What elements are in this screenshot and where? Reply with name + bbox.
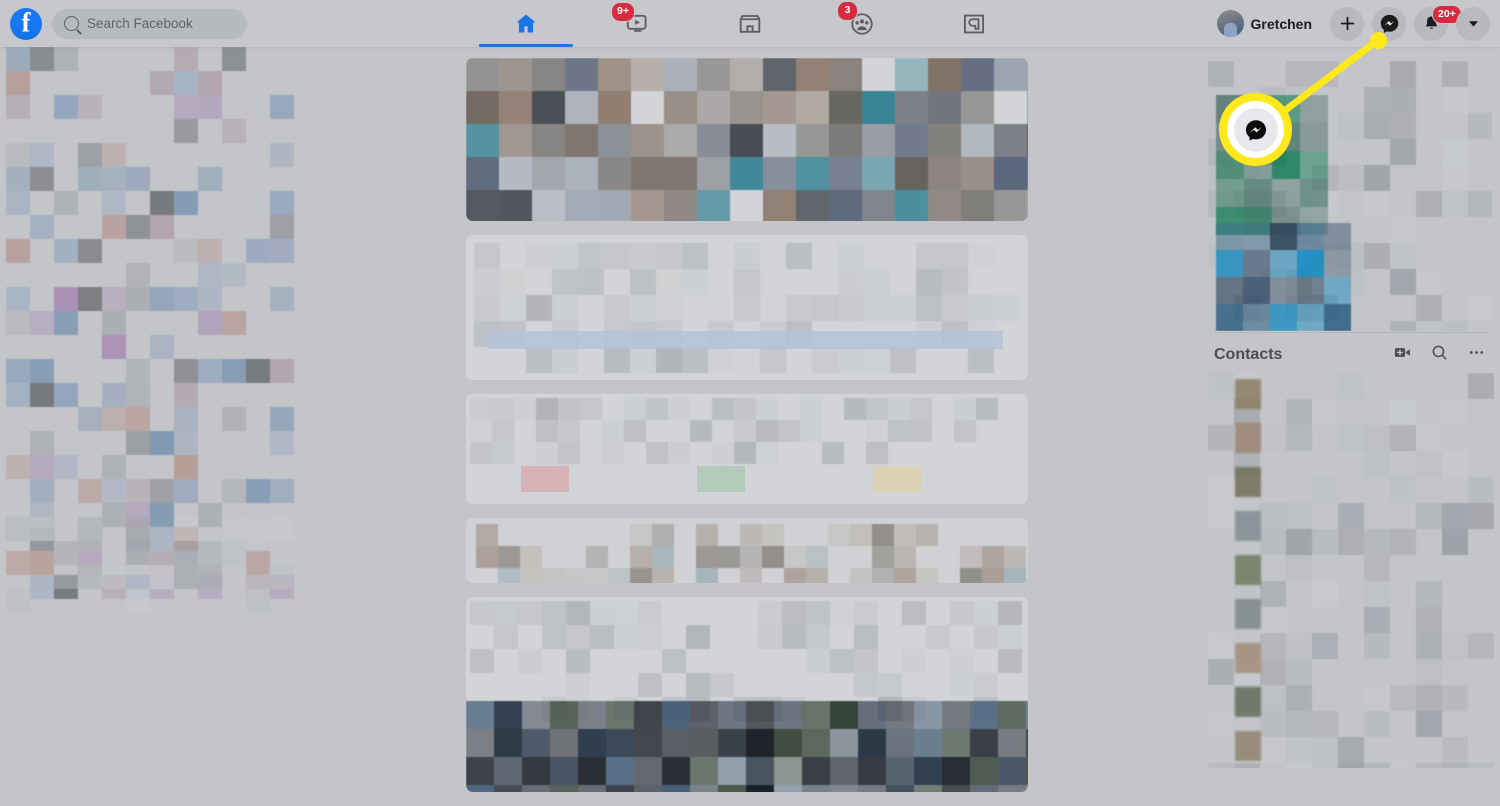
reaction-chip [873, 466, 921, 492]
gaming-icon [963, 14, 985, 33]
contact-avatar [1235, 555, 1261, 585]
search-icon [1432, 345, 1447, 360]
contacts-actions [1393, 343, 1486, 367]
contact-avatar [1235, 731, 1261, 761]
post-action-bar [488, 331, 1003, 349]
contact-avatar [1235, 599, 1261, 629]
search-icon [64, 16, 79, 31]
primary-nav-tabs: 9+ 3 [470, 0, 1030, 47]
blurred-content [470, 398, 1020, 464]
blurred-content [466, 701, 1028, 792]
chevron-down-icon [1468, 21, 1478, 27]
video-plus-icon [1394, 348, 1410, 357]
blurred-content [1216, 95, 1328, 235]
contacts-title: Contacts [1214, 346, 1283, 363]
contact-avatar [1235, 687, 1261, 717]
reaction-chip [521, 466, 569, 492]
tab-marketplace[interactable] [694, 0, 806, 47]
watch-badge: 9+ [611, 2, 635, 22]
topbar-right-section: Gretchen 20+ [1214, 0, 1490, 47]
marketplace-icon [739, 14, 761, 33]
feed-post-3[interactable] [466, 597, 1028, 792]
blurred-content [6, 517, 294, 613]
plus-icon [1340, 16, 1354, 31]
feed-post-stories[interactable] [466, 58, 1028, 221]
new-room-button[interactable] [1393, 343, 1412, 367]
feed-post-2[interactable] [466, 518, 1028, 583]
blurred-content [1216, 223, 1351, 331]
post-content [466, 518, 1028, 583]
contact-avatar [1235, 423, 1261, 453]
groups-badge: 3 [837, 1, 858, 21]
news-feed [466, 58, 1028, 806]
more-options-icon [1469, 351, 1484, 354]
left-sidebar-shortcuts[interactable] [0, 47, 455, 768]
facebook-logo-icon[interactable] [10, 7, 42, 40]
messenger-icon [1380, 14, 1398, 33]
blurred-content [470, 601, 1022, 721]
top-navigation-bar: Search Facebook 9+ [0, 0, 1500, 47]
right-sidebar: Contacts [1200, 47, 1500, 768]
post-content [466, 58, 1028, 221]
search-placeholder: Search Facebook [87, 16, 193, 31]
post-content [466, 597, 1028, 792]
post-content [466, 235, 1028, 380]
blurred-content [466, 58, 1028, 221]
contact-avatar [1235, 379, 1261, 409]
messenger-button[interactable] [1372, 6, 1406, 41]
search-contacts-button[interactable] [1430, 343, 1449, 367]
tab-home[interactable] [470, 0, 582, 47]
contact-avatar [1235, 643, 1261, 673]
contact-avatar [1235, 511, 1261, 541]
reaction-chip [697, 466, 745, 492]
tab-groups[interactable]: 3 [806, 0, 918, 47]
profile-name: Gretchen [1250, 15, 1312, 32]
feed-post-composer[interactable] [466, 235, 1028, 380]
account-menu-button[interactable] [1456, 6, 1490, 41]
create-button[interactable] [1330, 6, 1364, 41]
notifications-button[interactable]: 20+ [1414, 4, 1462, 41]
contacts-list[interactable] [1208, 373, 1494, 768]
sidebar-divider [1214, 332, 1490, 333]
tab-watch[interactable]: 9+ [582, 0, 694, 47]
tab-gaming[interactable] [918, 0, 1030, 47]
post-content [466, 394, 1028, 504]
blurred-content [474, 243, 1020, 373]
blurred-content [6, 47, 294, 599]
avatar [1216, 10, 1244, 37]
active-tab-underline [478, 44, 574, 47]
sponsored-panel[interactable] [1208, 61, 1492, 331]
topbar-left-section: Search Facebook [0, 7, 455, 40]
home-icon [516, 13, 536, 32]
profile-button[interactable]: Gretchen [1214, 7, 1322, 40]
feed-post-1[interactable] [466, 394, 1028, 504]
search-input[interactable]: Search Facebook [52, 8, 247, 39]
blurred-content [476, 524, 1026, 583]
contacts-options-button[interactable] [1467, 343, 1486, 367]
contacts-header: Contacts [1214, 340, 1486, 370]
contact-avatar [1235, 467, 1261, 497]
